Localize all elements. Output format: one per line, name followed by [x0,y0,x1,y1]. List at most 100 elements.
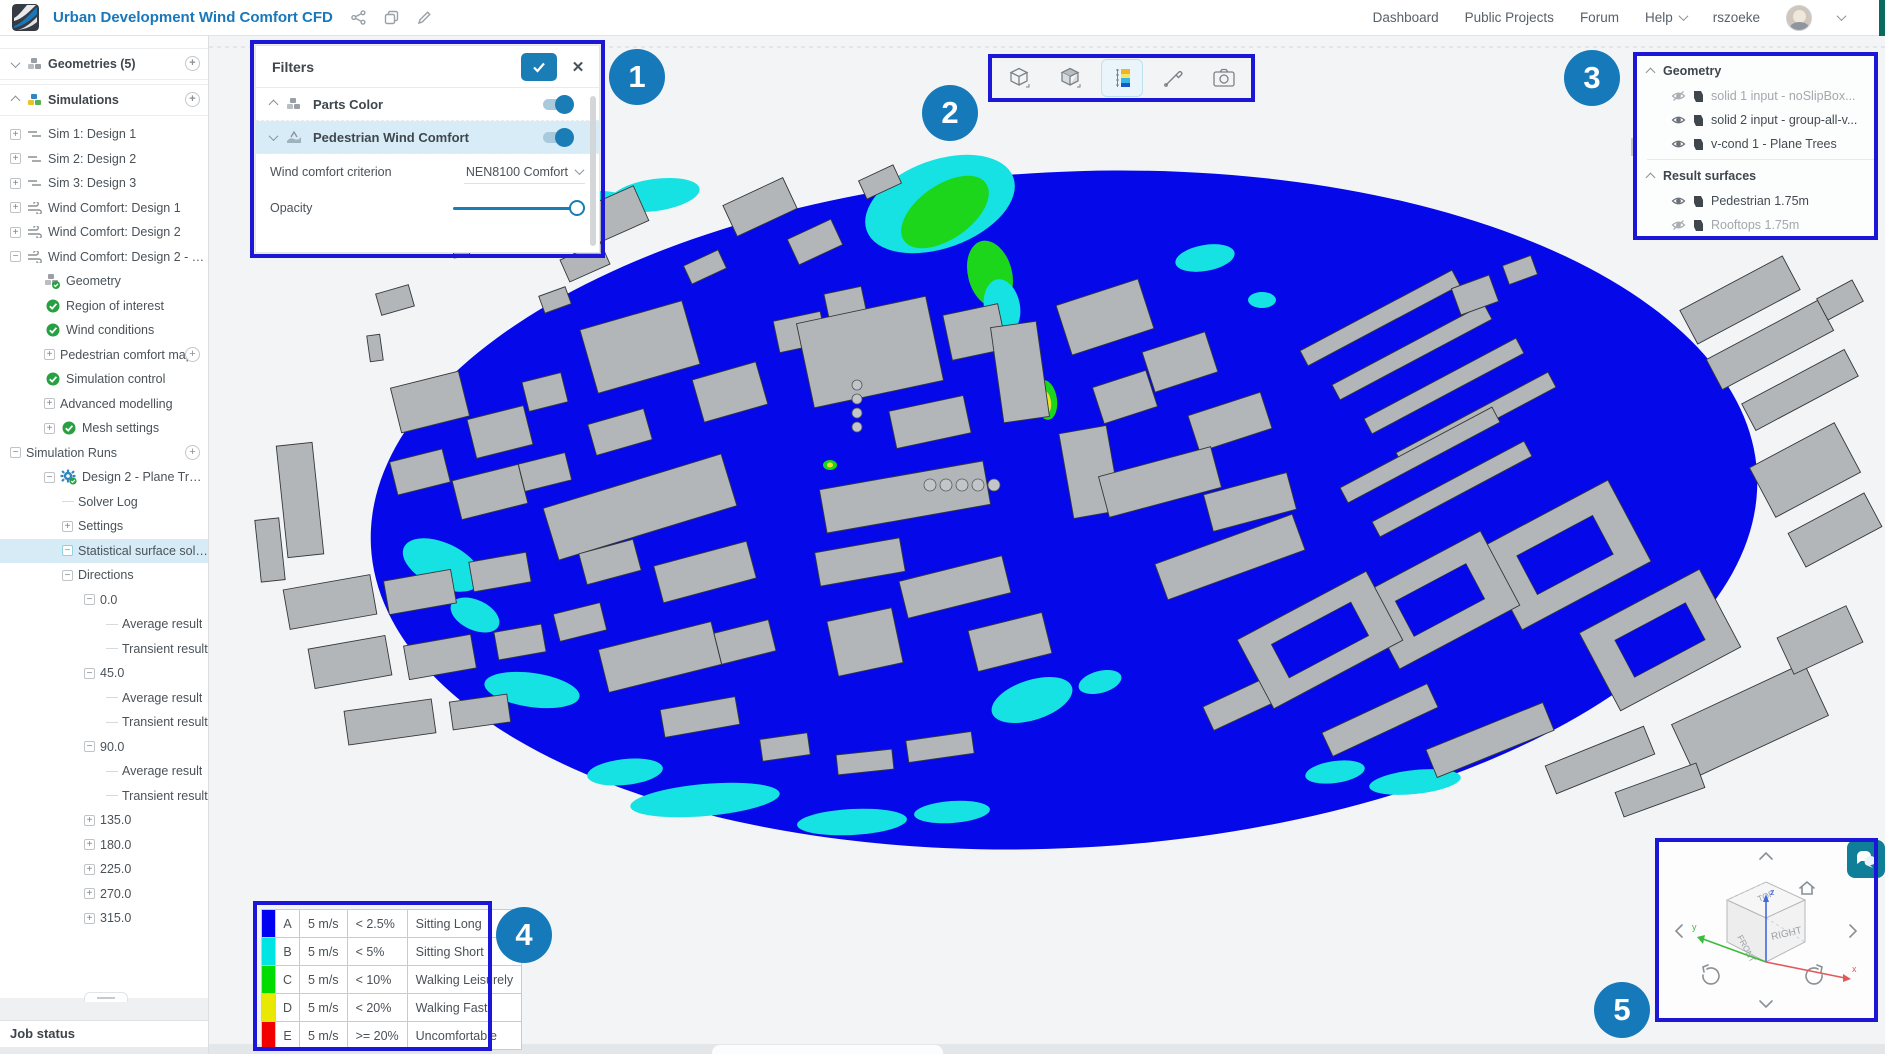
navigation-cube-panel[interactable]: TOP FRONT RIGHT z y x [1659,842,1874,1018]
nav-username[interactable]: rszoeke [1713,10,1760,25]
copy-icon[interactable] [384,10,399,25]
viewport-bottom-popup[interactable] [712,1045,943,1054]
collapse-toggle-icon[interactable]: − [84,594,95,605]
app-logo-icon[interactable] [12,4,39,31]
tree-item-315-0[interactable]: +315.0 [0,906,208,931]
apply-filters-button[interactable] [521,53,557,81]
tree-item-simulation-control[interactable]: Simulation control [0,367,208,392]
scene-section-geometry[interactable]: Geometry [1637,58,1875,84]
chat-support-button[interactable] [1847,840,1885,878]
visibility-toggle[interactable] [543,99,571,110]
probe-button[interactable] [1152,59,1194,97]
nav-forum[interactable]: Forum [1580,10,1619,25]
filter-row-pedestrian-wind-comfort[interactable]: Pedestrian Wind Comfort [256,121,599,154]
eye-visible-icon[interactable] [1671,138,1686,150]
tree-item-simulations[interactable]: Simulations+ [0,84,208,116]
eye-hidden-icon[interactable] [1671,219,1686,231]
tree-item-simulation-runs[interactable]: −Simulation Runs+ [0,441,208,466]
eye-hidden-icon[interactable] [1671,90,1686,102]
tree-item-wind-conditions[interactable]: Wind conditions [0,318,208,343]
tree-item-45-0[interactable]: −45.0 [0,661,208,686]
job-status-drag-handle[interactable] [84,992,128,1002]
tree-item-advanced-modelling[interactable]: +Advanced modelling [0,392,208,417]
tree-item-sim-1-design-1[interactable]: +Sim 1: Design 1 [0,122,208,147]
tree-item-270-0[interactable]: +270.0 [0,882,208,907]
tree-item-settings[interactable]: +Settings [0,514,208,539]
tree-item-sim-3-design-3[interactable]: +Sim 3: Design 3 [0,171,208,196]
scene-item-solid-1-input-noslipbox[interactable]: solid 1 input - noSlipBox... [1637,84,1875,108]
screenshot-button[interactable] [1203,59,1245,97]
opacity-slider[interactable] [453,207,581,210]
color-legend-button[interactable] [1101,59,1143,97]
user-avatar[interactable] [1786,5,1812,31]
tree-item-pedestrian-comfort-map[interactable]: +Pedestrian comfort map+ [0,343,208,368]
tree-item-wind-comfort-design-1[interactable]: +Wind Comfort: Design 1 [0,196,208,221]
collapse-toggle-icon[interactable]: − [62,570,73,581]
tree-item-transient-result[interactable]: Transient result [0,784,208,809]
scene-item-pedestrian-1-75m[interactable]: Pedestrian 1.75m [1637,189,1875,213]
filter-row-parts-color[interactable]: Parts Color [256,88,599,121]
solid-cube-button[interactable] [1049,59,1091,97]
visibility-toggle[interactable] [543,132,571,143]
share-icon[interactable] [351,10,366,25]
job-status-header[interactable]: Job status [0,1020,208,1047]
tree-item-average-result[interactable]: Average result [0,759,208,784]
criterion-dropdown[interactable]: NEN8100 Comfort [464,161,585,184]
tree-item-geometry[interactable]: Geometry [0,269,208,294]
edit-pencil-icon[interactable] [417,10,432,25]
nav-help[interactable]: Help [1645,10,1687,25]
expand-toggle-icon[interactable]: + [44,349,55,360]
collapse-toggle-icon[interactable]: − [44,472,55,483]
expand-toggle-icon[interactable]: + [10,178,21,189]
user-menu-chevron-icon[interactable] [1837,11,1847,21]
expand-toggle-icon[interactable]: + [44,398,55,409]
add-button[interactable]: + [185,56,200,71]
nav-dashboard[interactable]: Dashboard [1373,10,1439,25]
tree-item-wind-comfort-design-2[interactable]: +Wind Comfort: Design 2 [0,220,208,245]
scene-item-solid-2-input-group-all-v[interactable]: solid 2 input - group-all-v... [1637,108,1875,132]
tree-item-225-0[interactable]: +225.0 [0,857,208,882]
panel-drag-handle[interactable] [1631,138,1635,156]
scene-section-result-surfaces[interactable]: Result surfaces [1637,163,1875,189]
chevron-down-icon[interactable] [11,58,21,68]
tree-item-average-result[interactable]: Average result [0,612,208,637]
tree-item-mesh-settings[interactable]: +Mesh settings [0,416,208,441]
chevron-down-icon[interactable] [269,131,279,141]
add-button[interactable]: + [185,92,200,107]
collapse-toggle-icon[interactable]: − [62,545,73,556]
eye-visible-icon[interactable] [1671,114,1686,126]
nav-public-projects[interactable]: Public Projects [1465,10,1554,25]
expand-toggle-icon[interactable]: + [10,153,21,164]
tree-item-transient-result[interactable]: Transient result [0,710,208,735]
chevron-up-icon[interactable] [11,95,21,105]
tree-item-wind-comfort-design-2-tree[interactable]: −Wind Comfort: Design 2 - Tree ... [0,245,208,270]
tree-item-statistical-surface-solution[interactable]: −Statistical surface solution [0,539,208,564]
add-button[interactable]: + [185,347,200,362]
add-button[interactable]: + [185,445,200,460]
scene-item-rooftops-1-75m[interactable]: Rooftops 1.75m [1637,213,1875,237]
eye-visible-icon[interactable] [1671,195,1686,207]
tree-item-average-result[interactable]: Average result [0,686,208,711]
expand-toggle-icon[interactable]: + [10,202,21,213]
tree-item-135-0[interactable]: +135.0 [0,808,208,833]
tree-item-sim-2-design-2[interactable]: +Sim 2: Design 2 [0,147,208,172]
collapse-toggle-icon[interactable]: − [10,251,21,262]
expand-toggle-icon[interactable]: + [84,888,95,899]
tree-item-transient-result[interactable]: Transient result [0,637,208,662]
tree-item-90-0[interactable]: −90.0 [0,735,208,760]
close-filters-button[interactable]: ✕ [567,56,589,78]
collapse-toggle-icon[interactable]: − [84,741,95,752]
chevron-up-icon[interactable] [269,99,279,109]
expand-toggle-icon[interactable]: + [84,815,95,826]
wireframe-cube-button[interactable] [998,59,1040,97]
collapse-toggle-icon[interactable]: − [10,447,21,458]
tree-item-design-2-plane-trees-8[interactable]: −Design 2 - Plane Trees - 8 ... [0,465,208,490]
expand-toggle-icon[interactable]: + [10,129,21,140]
expand-toggle-icon[interactable]: + [84,864,95,875]
chat-edge-tab[interactable] [1879,0,1885,36]
tree-item-region-of-interest[interactable]: Region of interest [0,294,208,319]
tree-item-180-0[interactable]: +180.0 [0,833,208,858]
tree-item-0-0[interactable]: −0.0 [0,588,208,613]
tree-item-solver-log[interactable]: Solver Log [0,490,208,515]
expand-toggle-icon[interactable]: + [10,227,21,238]
